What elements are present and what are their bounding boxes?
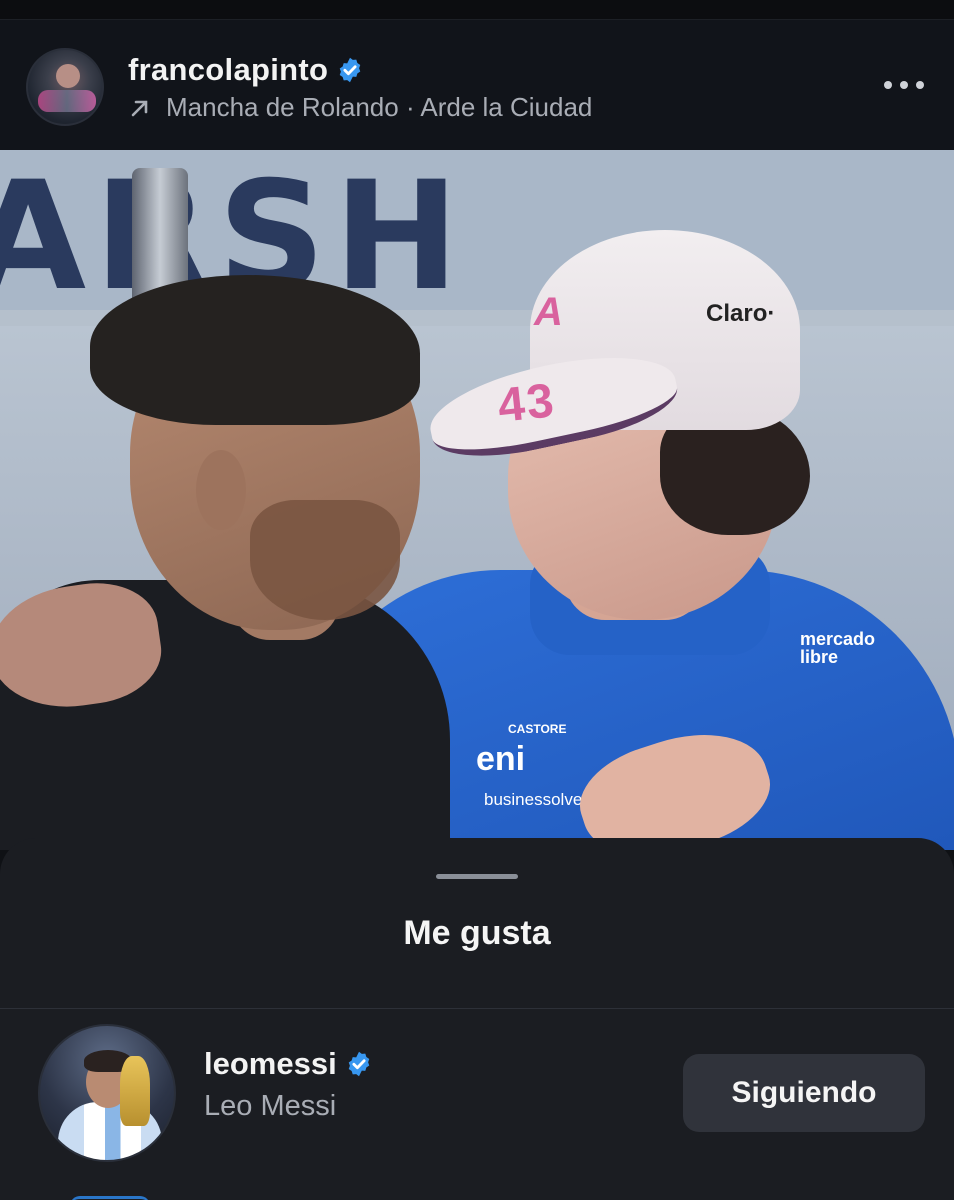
shirt-sponsor-3: CASTORE bbox=[508, 722, 567, 736]
post-author-avatar[interactable] bbox=[26, 48, 104, 126]
avatar[interactable] bbox=[38, 1024, 176, 1162]
likes-sheet: Me gusta leomessi Leo Messi Siguiendo bbox=[0, 838, 954, 1200]
liker-full-name: Leo Messi bbox=[204, 1090, 337, 1122]
arrow-up-right-icon bbox=[131, 100, 148, 116]
post-photo[interactable]: ARSH A Claro· 43 mercado libre eni CASTO… bbox=[0, 150, 954, 850]
status-bar-edge bbox=[0, 0, 954, 20]
next-avatar-peek bbox=[70, 1196, 150, 1200]
shirt-sponsor-2: eni bbox=[476, 740, 526, 778]
post-author-username[interactable]: francolapinto bbox=[128, 52, 328, 87]
verified-badge-icon bbox=[348, 1051, 369, 1077]
like-list-item[interactable]: leomessi Leo Messi Siguiendo bbox=[0, 1016, 954, 1166]
cap-logo: A bbox=[534, 290, 563, 334]
divider bbox=[0, 1008, 954, 1009]
post-author[interactable]: francolapinto bbox=[128, 52, 364, 88]
trophy bbox=[120, 1056, 150, 1126]
verified-badge-icon bbox=[339, 57, 361, 83]
following-button[interactable]: Siguiendo bbox=[683, 1054, 925, 1132]
liker-username-text[interactable]: leomessi bbox=[204, 1046, 337, 1081]
cap-sponsor: Claro· bbox=[706, 300, 776, 327]
shirt-sponsor-1: mercado libre bbox=[800, 629, 876, 667]
shirt-sponsor-4: businessolver bbox=[484, 790, 588, 809]
liker-username[interactable]: leomessi bbox=[204, 1046, 373, 1082]
more-options-button[interactable] bbox=[884, 78, 924, 92]
post-location-text: Mancha de Rolando · Arde la Ciudad bbox=[166, 92, 593, 122]
more-horizontal-icon bbox=[884, 81, 892, 89]
sheet-title: Me gusta bbox=[403, 914, 551, 952]
sheet-grabber[interactable] bbox=[436, 874, 518, 879]
cap-number: 43 bbox=[495, 374, 559, 433]
post-header: francolapinto Mancha de Rolando · Arde l… bbox=[0, 20, 954, 150]
post-location[interactable]: Mancha de Rolando · Arde la Ciudad bbox=[128, 92, 592, 123]
